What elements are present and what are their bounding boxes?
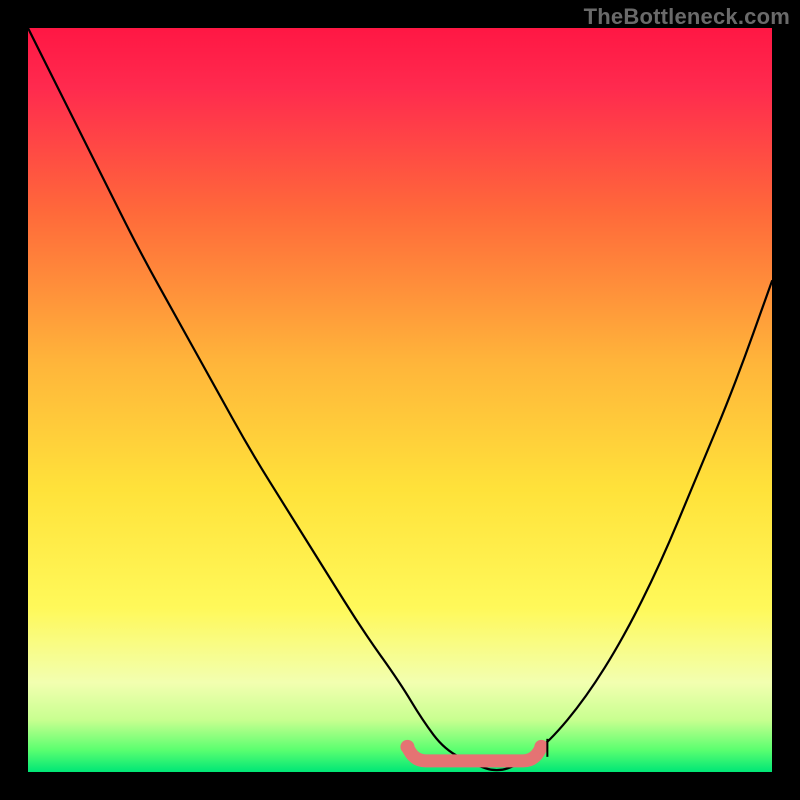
bottleneck-chart	[0, 0, 800, 800]
optimal-range-start-dot	[400, 740, 414, 754]
watermark-text: TheBottleneck.com	[584, 4, 790, 30]
chart-frame: TheBottleneck.com	[0, 0, 800, 800]
plot-background	[28, 28, 772, 772]
optimal-range-end-dot	[534, 740, 548, 754]
